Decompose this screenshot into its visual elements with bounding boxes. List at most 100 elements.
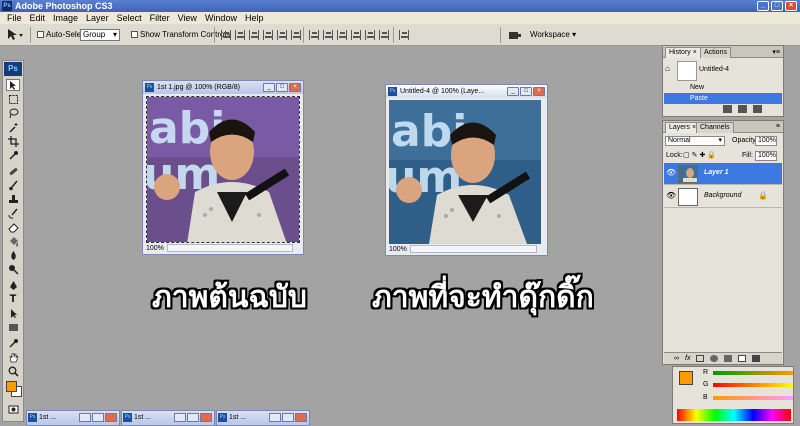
marquee-tool-icon[interactable] xyxy=(6,93,20,105)
blur-tool-icon[interactable] xyxy=(6,249,20,261)
distribute-right-icon[interactable] xyxy=(379,30,389,40)
crop-tool-icon[interactable] xyxy=(6,135,20,147)
close-button[interactable]: × xyxy=(785,1,797,11)
photo-copy[interactable]: abi um xyxy=(389,100,541,244)
eyedropper-tool-icon[interactable] xyxy=(6,149,20,161)
workspace-icon[interactable] xyxy=(508,29,522,45)
pen-tool-icon[interactable] xyxy=(6,279,20,291)
doc-close-button[interactable]: × xyxy=(533,87,545,96)
distribute-top-icon[interactable] xyxy=(309,30,319,40)
new-layer-icon[interactable] xyxy=(738,355,747,362)
color-ramp[interactable] xyxy=(677,409,791,421)
menu-help[interactable]: Help xyxy=(241,12,268,24)
link-layers-icon[interactable]: ∞ xyxy=(674,355,679,362)
new-document-from-state-icon[interactable] xyxy=(723,105,732,113)
tab-channels[interactable]: Channels xyxy=(696,122,734,133)
opacity-field[interactable]: 100% xyxy=(755,136,777,146)
doc-close-button[interactable] xyxy=(200,413,212,422)
align-hcenter-icon[interactable] xyxy=(277,30,287,40)
tab-history[interactable]: History × xyxy=(665,47,701,58)
panel-menu-icon[interactable]: ≡ xyxy=(776,123,780,130)
menu-image[interactable]: Image xyxy=(49,12,82,24)
doc-restore-button[interactable] xyxy=(174,413,186,422)
doc-close-button[interactable] xyxy=(295,413,307,422)
maximize-button[interactable]: □ xyxy=(771,1,783,11)
zoom-level[interactable]: 100% xyxy=(146,245,164,252)
distribute-left-icon[interactable] xyxy=(351,30,361,40)
doc-maximize-button[interactable] xyxy=(92,413,104,422)
eraser-tool-icon[interactable] xyxy=(6,221,20,233)
fill-field[interactable]: 100% xyxy=(755,151,777,161)
align-top-icon[interactable] xyxy=(221,30,231,40)
doc-restore-button[interactable] xyxy=(79,413,91,422)
layer-name[interactable]: Background xyxy=(704,192,741,199)
history-item-selected[interactable]: Paste xyxy=(664,93,782,104)
dodge-tool-icon[interactable] xyxy=(6,263,20,275)
history-snapshot-thumbnail[interactable] xyxy=(677,61,697,81)
rectangle-tool-icon[interactable] xyxy=(6,321,20,333)
auto-align-icon[interactable] xyxy=(399,30,409,40)
lock-icons[interactable]: ▢✎✚🔒 xyxy=(683,151,718,159)
doc-maximize-button[interactable]: □ xyxy=(276,83,288,92)
green-slider[interactable] xyxy=(713,383,793,387)
photo-original[interactable]: abi um xyxy=(146,96,300,243)
history-brush-source-icon[interactable]: ⌂ xyxy=(665,64,670,73)
show-transform-checkbox[interactable] xyxy=(131,31,138,38)
tab-layers[interactable]: Layers × xyxy=(665,122,701,133)
gradient-tool-icon[interactable] xyxy=(6,235,20,247)
menu-edit[interactable]: Edit xyxy=(26,12,50,24)
align-bottom-icon[interactable] xyxy=(249,30,259,40)
doc-maximize-button[interactable]: □ xyxy=(520,87,532,96)
menu-filter[interactable]: Filter xyxy=(146,12,174,24)
color-panel-foreground-swatch[interactable] xyxy=(679,371,693,385)
auto-select-dropdown[interactable]: Group ▾ xyxy=(80,29,120,41)
quick-mask-icon[interactable] xyxy=(6,403,20,415)
tab-actions[interactable]: Actions xyxy=(700,47,731,58)
new-group-icon[interactable] xyxy=(724,355,733,362)
menu-window[interactable]: Window xyxy=(201,12,241,24)
doc-minimize-button[interactable]: _ xyxy=(263,83,275,92)
path-selection-tool-icon[interactable] xyxy=(6,307,20,319)
doc-restore-button[interactable] xyxy=(269,413,281,422)
history-snapshot-name[interactable]: Untitled-4 xyxy=(699,66,729,73)
align-left-icon[interactable] xyxy=(263,30,273,40)
minimized-document[interactable]: Ps 1st ... xyxy=(26,410,120,426)
layer-style-icon[interactable]: fx xyxy=(685,355,690,362)
brush-tool-icon[interactable] xyxy=(6,179,20,191)
adjustment-layer-icon[interactable] xyxy=(710,355,719,362)
healing-brush-tool-icon[interactable] xyxy=(6,165,20,177)
distribute-bottom-icon[interactable] xyxy=(337,30,347,40)
visibility-eye-icon[interactable]: 👁 xyxy=(666,192,676,200)
distribute-vcenter-icon[interactable] xyxy=(323,30,333,40)
menu-file[interactable]: File xyxy=(3,12,26,24)
zoom-level[interactable]: 100% xyxy=(389,246,407,253)
menu-view[interactable]: View xyxy=(174,12,201,24)
minimize-button[interactable]: _ xyxy=(757,1,769,11)
zoom-tool-icon[interactable] xyxy=(6,365,20,377)
history-item[interactable]: New xyxy=(664,82,782,93)
blend-mode-dropdown[interactable]: Normal ▾ xyxy=(665,136,725,146)
align-vcenter-icon[interactable] xyxy=(235,30,245,40)
doc-close-button[interactable] xyxy=(105,413,117,422)
distribute-hcenter-icon[interactable] xyxy=(365,30,375,40)
lasso-tool-icon[interactable] xyxy=(6,107,20,119)
foreground-color-swatch[interactable] xyxy=(6,381,17,392)
doc-close-button[interactable]: × xyxy=(289,83,301,92)
layer-name[interactable]: Layer 1 xyxy=(704,169,729,176)
menu-layer[interactable]: Layer xyxy=(82,12,113,24)
layer-mask-icon[interactable] xyxy=(696,355,705,362)
menu-select[interactable]: Select xyxy=(113,12,146,24)
new-snapshot-icon[interactable] xyxy=(738,105,747,113)
panel-menu-icon[interactable]: ▾≡ xyxy=(772,48,780,56)
doc-minimize-button[interactable]: _ xyxy=(507,87,519,96)
blue-slider[interactable] xyxy=(713,396,793,400)
auto-select-checkbox[interactable] xyxy=(37,31,44,38)
clone-stamp-tool-icon[interactable] xyxy=(6,193,20,205)
red-slider[interactable] xyxy=(713,371,793,375)
minimized-document[interactable]: Ps 1st ... xyxy=(216,410,310,426)
document-window-original[interactable]: Ps 1st 1.jpg @ 100% (RGB/8) _ □ × abi um… xyxy=(142,80,304,255)
type-tool-icon[interactable]: T xyxy=(6,293,20,305)
minimized-document[interactable]: Ps 1st ... xyxy=(121,410,215,426)
doc-maximize-button[interactable] xyxy=(187,413,199,422)
hand-tool-icon[interactable] xyxy=(6,351,20,363)
